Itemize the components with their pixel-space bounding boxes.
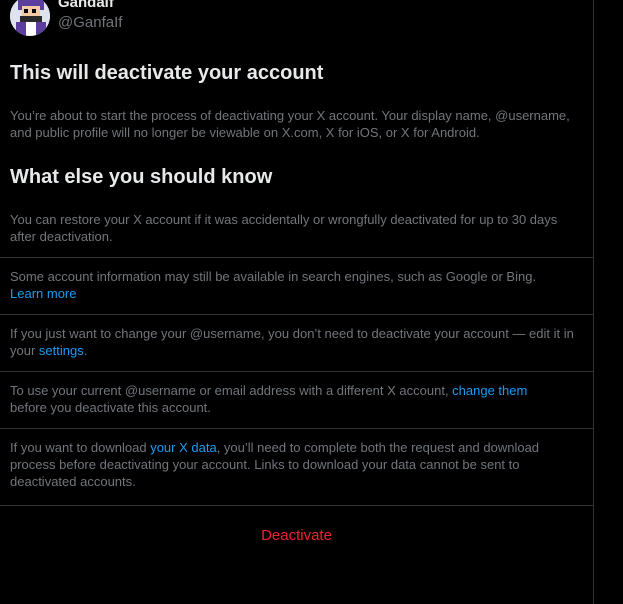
divider: [0, 371, 593, 372]
divider: [0, 428, 593, 429]
email-text-end: before you deactivate this account.: [10, 400, 211, 415]
username-text-end: .: [83, 343, 88, 358]
divider: [0, 505, 593, 506]
deactivate-button[interactable]: Deactivate: [0, 527, 593, 544]
download-data-info: If you want to download your X data, you…: [10, 439, 584, 490]
deactivate-panel: Gandalf @GanfaIf This will deactivate yo…: [0, 0, 594, 604]
search-engines-text: Some account information may still be av…: [10, 269, 537, 284]
learn-more-link[interactable]: Learn more: [10, 286, 76, 301]
profile-name: Gandalf: [58, 0, 114, 11]
download-data-text: If you want to download: [10, 440, 151, 455]
change-them-link[interactable]: change them: [452, 383, 527, 398]
email-info: To use your current @username or email a…: [10, 382, 584, 416]
restore-info: You can restore your X account if it was…: [10, 212, 558, 244]
avatar[interactable]: [10, 0, 50, 36]
page-title: This will deactivate your account: [10, 62, 324, 84]
username-text: If you just want to change your @usernam…: [10, 326, 574, 358]
search-engines-info: Some account information may still be av…: [10, 268, 584, 302]
avatar-image: [10, 0, 50, 36]
username-info: If you just want to change your @usernam…: [10, 325, 584, 359]
intro-text: You’re about to start the process of dea…: [10, 108, 570, 140]
settings-link[interactable]: settings: [39, 343, 84, 358]
your-x-data-link[interactable]: your X data: [150, 440, 217, 455]
divider: [0, 314, 593, 315]
section-title: What else you should know: [10, 166, 273, 188]
email-text: To use your current @username or email a…: [10, 383, 453, 398]
profile-handle: @GanfaIf: [58, 14, 123, 31]
divider: [0, 257, 593, 258]
